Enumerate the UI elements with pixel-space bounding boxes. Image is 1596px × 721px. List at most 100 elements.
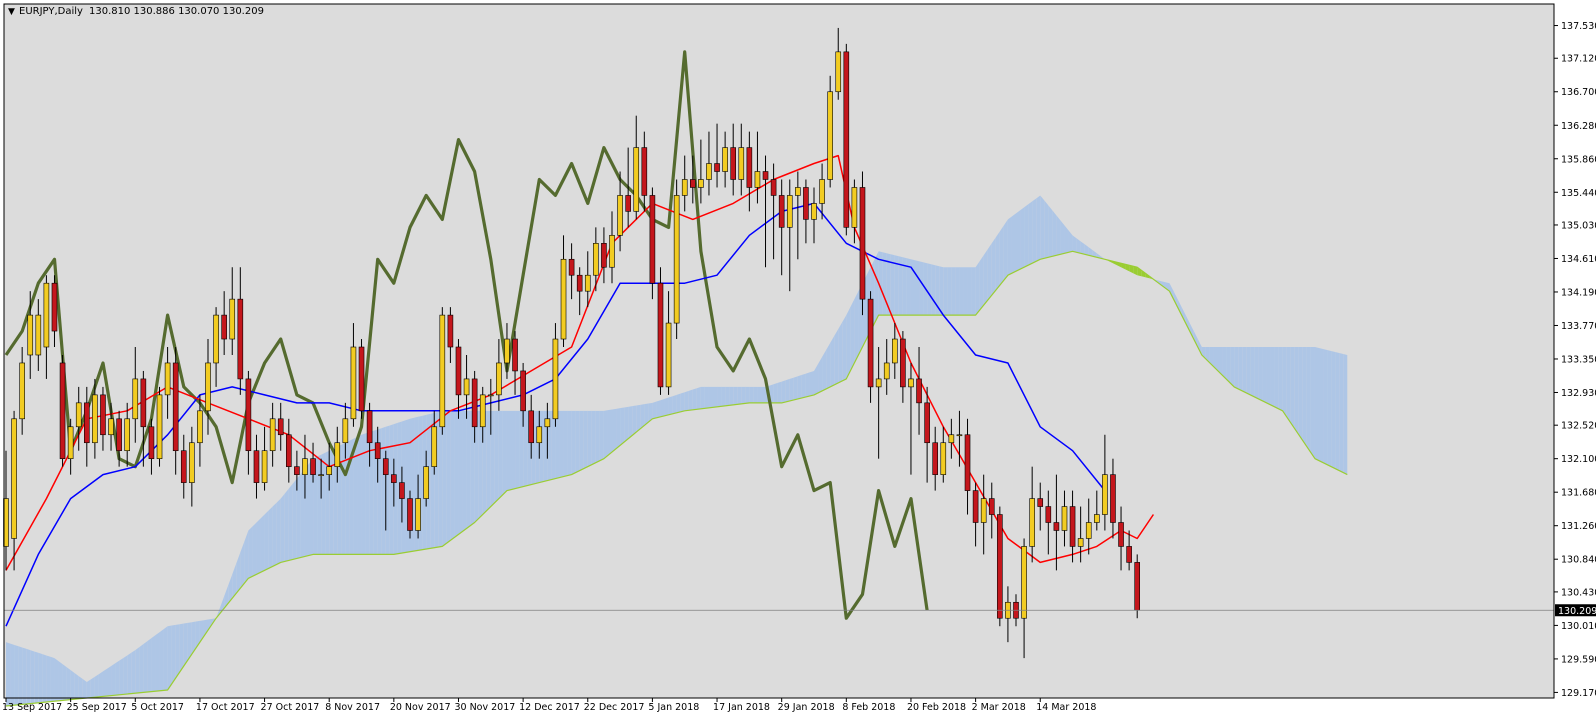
kumo-segment bbox=[717, 386, 722, 407]
x-tick-label: 25 Sep 2017 bbox=[67, 702, 127, 713]
kumo-segment bbox=[90, 676, 95, 698]
kumo-segment bbox=[272, 502, 277, 567]
candle-body bbox=[285, 434, 292, 467]
candle-body bbox=[948, 434, 955, 444]
kumo-segment bbox=[919, 261, 924, 316]
chart-area[interactable]: 130.209 137.530 137.120 136.700 136.280 135.… bbox=[0, 0, 1596, 717]
y-tick-label: 135.030 bbox=[1561, 220, 1596, 231]
kumo-segment bbox=[559, 410, 564, 478]
candle[interactable] bbox=[649, 187, 656, 300]
candle-body bbox=[59, 362, 66, 459]
x-tick-label: 29 Jan 2018 bbox=[778, 702, 835, 713]
candle-body bbox=[399, 482, 405, 499]
kumo-segment bbox=[151, 635, 156, 692]
y-tick-label: 132.100 bbox=[1561, 454, 1596, 465]
candle[interactable] bbox=[657, 267, 664, 395]
candle[interactable] bbox=[827, 75, 833, 188]
candle-body bbox=[334, 442, 341, 467]
candle[interactable] bbox=[358, 339, 365, 419]
kumo-segment bbox=[98, 671, 103, 697]
kumo-segment bbox=[1274, 347, 1279, 409]
candle[interactable] bbox=[156, 386, 163, 467]
candle-body bbox=[512, 338, 518, 372]
candle-body bbox=[940, 442, 947, 475]
kumo-segment bbox=[252, 522, 257, 577]
candle-body bbox=[172, 362, 179, 452]
kumo-segment bbox=[1314, 347, 1319, 461]
candle[interactable] bbox=[673, 179, 680, 340]
candle-body bbox=[803, 187, 809, 220]
candle[interactable] bbox=[997, 506, 1003, 627]
kumo-segment bbox=[155, 632, 160, 692]
kumo-segment bbox=[1278, 347, 1283, 411]
kumo-segment bbox=[498, 410, 503, 499]
kumo-segment bbox=[127, 652, 132, 695]
candle-body bbox=[245, 378, 252, 452]
kumo-segment bbox=[826, 343, 831, 389]
kumo-segment bbox=[30, 650, 35, 704]
candle-body bbox=[27, 314, 34, 356]
kumo-segment bbox=[1254, 347, 1259, 399]
y-tick-label: 130.840 bbox=[1561, 555, 1596, 566]
kumo-segment bbox=[624, 406, 629, 443]
x-tick-label: 2 Mar 2018 bbox=[972, 702, 1026, 713]
candle-body bbox=[1053, 522, 1060, 531]
candle-body bbox=[706, 163, 712, 180]
kumo-segment bbox=[353, 436, 358, 555]
candle-body bbox=[722, 147, 728, 172]
candle-body bbox=[576, 274, 583, 292]
kumo-segment bbox=[822, 350, 827, 391]
kumo-segment bbox=[345, 440, 350, 555]
kumo-segment bbox=[729, 386, 734, 406]
kumo-segment bbox=[696, 386, 701, 410]
candle-body bbox=[689, 179, 696, 188]
kumo-segment bbox=[490, 410, 495, 507]
candle[interactable] bbox=[439, 307, 446, 435]
candle[interactable] bbox=[867, 291, 874, 403]
kumo-segment bbox=[603, 410, 608, 459]
kumo-segment bbox=[70, 670, 75, 700]
candle-body bbox=[1085, 522, 1092, 539]
kumo-segment bbox=[692, 388, 697, 410]
kumo-segment bbox=[175, 624, 180, 679]
ichimoku-chart[interactable]: 130.209 137.530 137.120 136.700 136.280 135.… bbox=[0, 0, 1596, 717]
candle-body bbox=[261, 450, 268, 483]
kumo-segment bbox=[46, 655, 51, 702]
candle[interactable] bbox=[843, 43, 850, 236]
candle-body bbox=[867, 298, 874, 388]
kumo-segment bbox=[470, 410, 475, 526]
kumo-segment bbox=[636, 404, 641, 433]
chart-header: ▼ EURJPY,Daily 130.810 130.886 130.070 1… bbox=[8, 6, 264, 17]
candle[interactable] bbox=[1134, 554, 1140, 619]
candle-body bbox=[156, 394, 163, 459]
candle-body bbox=[358, 346, 365, 412]
x-tick-label: 30 Nov 2017 bbox=[454, 702, 515, 713]
kumo-segment bbox=[660, 398, 665, 417]
kumo-segment bbox=[6, 642, 11, 706]
kumo-segment bbox=[733, 386, 738, 405]
kumo-segment bbox=[115, 660, 120, 696]
kumo-segment bbox=[486, 410, 491, 511]
kumo-segment bbox=[1250, 347, 1255, 397]
kumo-segment bbox=[111, 663, 116, 696]
kumo-segment bbox=[761, 386, 766, 403]
candle-body bbox=[431, 426, 438, 467]
kumo-segment bbox=[725, 386, 730, 406]
candle-body bbox=[900, 338, 906, 388]
kumo-segment bbox=[850, 299, 855, 371]
candle[interactable] bbox=[59, 354, 66, 467]
price-tag-label: 130.209 bbox=[1558, 606, 1596, 617]
kumo-segment bbox=[737, 386, 742, 405]
kumo-segment bbox=[317, 454, 322, 555]
candle-body bbox=[294, 466, 300, 475]
kumo-segment bbox=[159, 629, 164, 691]
candle-body bbox=[1037, 498, 1044, 507]
dropdown-arrow-icon[interactable]: ▼ bbox=[8, 7, 15, 17]
kumo-segment bbox=[834, 329, 839, 385]
kumo-segment bbox=[773, 382, 778, 403]
kumo-segment bbox=[1222, 347, 1227, 379]
kumo-segment bbox=[797, 374, 802, 399]
kumo-segment bbox=[296, 473, 301, 559]
kumo-segment bbox=[809, 370, 814, 396]
candle[interactable] bbox=[859, 171, 866, 316]
